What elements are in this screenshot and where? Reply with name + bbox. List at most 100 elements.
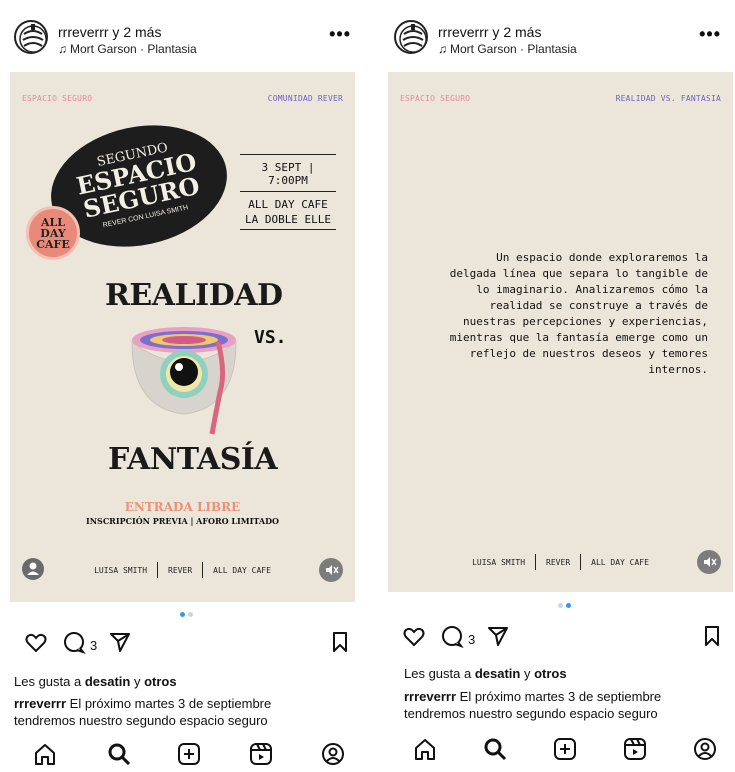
- all-day-cafe-badge: ALL DAY CAFE: [26, 206, 80, 260]
- action-bar: 3: [14, 630, 354, 662]
- corner-label-left: ESPACIO SEGURO: [400, 94, 471, 103]
- nav-home[interactable]: [32, 741, 58, 772]
- comment-button[interactable]: [62, 630, 86, 659]
- likes-others[interactable]: otros: [144, 674, 177, 689]
- home-icon: [415, 739, 435, 760]
- slide-footer: LUISA SMITH REVER ALL DAY CAFE: [10, 558, 355, 582]
- bottom-nav: [370, 730, 735, 767]
- caption-user[interactable]: rrreverrr: [404, 689, 456, 704]
- dot-active: [566, 603, 571, 608]
- dot-inactive: [188, 612, 193, 617]
- save-button[interactable]: [328, 630, 352, 659]
- post-left: rrreverrr y 2 más ♫ Mort Garson · Plantas…: [0, 0, 365, 772]
- credits: LUISA SMITH REVER ALL DAY CAFE: [10, 562, 355, 578]
- music-note-icon: ♫: [438, 42, 447, 56]
- mute-icon: [326, 565, 339, 575]
- share-button[interactable]: [108, 630, 132, 659]
- caption-user[interactable]: rrreverrr: [14, 696, 66, 711]
- corner-label-right: COMUNIDAD REVER: [267, 94, 343, 103]
- share-icon: [488, 627, 508, 646]
- post-username[interactable]: rrreverrr y 2 más: [58, 24, 161, 40]
- nav-reels[interactable]: [248, 741, 274, 772]
- bookmark-icon: [705, 626, 719, 646]
- likes-user[interactable]: desatin: [85, 674, 131, 689]
- song-label: Mort Garson · Plantasia: [70, 42, 197, 56]
- post-media[interactable]: ESPACIO SEGURO REALIDAD VS. FANTASIA Un …: [388, 72, 733, 592]
- credit-rever: REVER: [168, 565, 193, 575]
- inscripcion-text: INSCRIPCIÓN PREVIA | AFORO LIMITADO: [85, 516, 280, 526]
- corner-label-left: ESPACIO SEGURO: [22, 94, 93, 103]
- title-realidad: REALIDAD: [105, 278, 283, 313]
- like-button[interactable]: [402, 624, 426, 653]
- entrada-libre: ENTRADA LIBRE: [124, 500, 241, 514]
- likes-prefix: Les gusta a: [14, 674, 85, 689]
- share-icon: [110, 633, 130, 652]
- like-button[interactable]: [24, 630, 48, 659]
- comment-count: 3: [90, 638, 98, 653]
- share-button[interactable]: [486, 624, 510, 653]
- dot-inactive: [558, 603, 563, 608]
- post-song[interactable]: ♫ Mort Garson · Plantasia: [438, 42, 577, 56]
- mute-icon: [704, 557, 717, 567]
- divider: [580, 554, 582, 570]
- post-header: rrreverrr y 2 más ♫ Mort Garson · Plantas…: [370, 0, 735, 70]
- create-icon: [554, 738, 576, 760]
- title-vs: VS.: [254, 327, 287, 348]
- nav-reels[interactable]: [622, 736, 648, 767]
- credit-luisa: LUISA SMITH: [94, 565, 148, 575]
- carousel-dots: [180, 612, 200, 620]
- comment-icon: [442, 626, 464, 648]
- likes-mid: y: [130, 674, 145, 689]
- action-bar: 3: [400, 624, 725, 656]
- divider: [157, 562, 159, 578]
- create-icon: [178, 743, 200, 765]
- search-icon: [108, 743, 131, 766]
- more-options-button[interactable]: •••: [329, 24, 351, 45]
- nav-profile[interactable]: [692, 736, 718, 767]
- likes-mid: y: [520, 666, 535, 681]
- music-note-icon: ♫: [58, 42, 67, 56]
- bookmark-icon: [333, 632, 347, 652]
- venue-line-2: LA DOBLE ELLE: [244, 213, 332, 226]
- avatar[interactable]: [14, 20, 48, 54]
- title-fantasia: FANTASÍA: [108, 442, 278, 477]
- post-username[interactable]: rrreverrr y 2 más: [438, 24, 541, 40]
- home-icon: [35, 744, 55, 765]
- mute-button[interactable]: [697, 550, 721, 574]
- date-box: 3 SEPT | 7:00PM ALL DAY CAFE LA DOBLE EL…: [240, 154, 336, 230]
- more-options-button[interactable]: •••: [699, 24, 721, 45]
- description-paragraph: Un espacio donde exploraremos la delgada…: [449, 251, 708, 376]
- venue-line-1: ALL DAY CAFE: [248, 198, 328, 211]
- reels-icon: [624, 738, 646, 760]
- likes-prefix: Les gusta a: [404, 666, 475, 681]
- credits: LUISA SMITH REVER ALL DAY CAFE: [388, 554, 733, 570]
- post-song[interactable]: ♫ Mort Garson · Plantasia: [58, 42, 197, 56]
- mute-button[interactable]: [319, 558, 343, 582]
- nav-create[interactable]: [176, 741, 202, 772]
- likes-others[interactable]: otros: [534, 666, 567, 681]
- nav-create[interactable]: [552, 736, 578, 767]
- save-button[interactable]: [700, 624, 724, 653]
- heart-icon: [25, 633, 47, 653]
- divider: [535, 554, 537, 570]
- caption: rrreverrr El próximo martes 3 de septiem…: [404, 688, 704, 722]
- credit-cafe: ALL DAY CAFE: [213, 565, 271, 575]
- nav-home[interactable]: [412, 736, 438, 767]
- nav-search[interactable]: [106, 741, 132, 772]
- heart-icon: [403, 627, 425, 647]
- caption: rrreverrr El próximo martes 3 de septiem…: [14, 695, 314, 729]
- nav-profile[interactable]: [320, 741, 346, 772]
- post-right: rrreverrr y 2 más ♫ Mort Garson · Plantas…: [370, 0, 735, 772]
- comment-button[interactable]: [440, 624, 464, 653]
- avatar[interactable]: [394, 20, 428, 54]
- search-icon: [484, 738, 507, 761]
- reels-icon: [250, 743, 272, 765]
- nav-search[interactable]: [482, 736, 508, 767]
- comment-count: 3: [468, 632, 476, 647]
- credit-luisa: LUISA SMITH: [472, 557, 526, 567]
- likes-user[interactable]: desatin: [475, 666, 521, 681]
- post-header: rrreverrr y 2 más ♫ Mort Garson · Plantas…: [0, 0, 365, 70]
- divider: [202, 562, 204, 578]
- post-media[interactable]: ESPACIO SEGURO COMUNIDAD REVER SEGUNDO E…: [10, 72, 355, 602]
- dot-active: [180, 612, 185, 617]
